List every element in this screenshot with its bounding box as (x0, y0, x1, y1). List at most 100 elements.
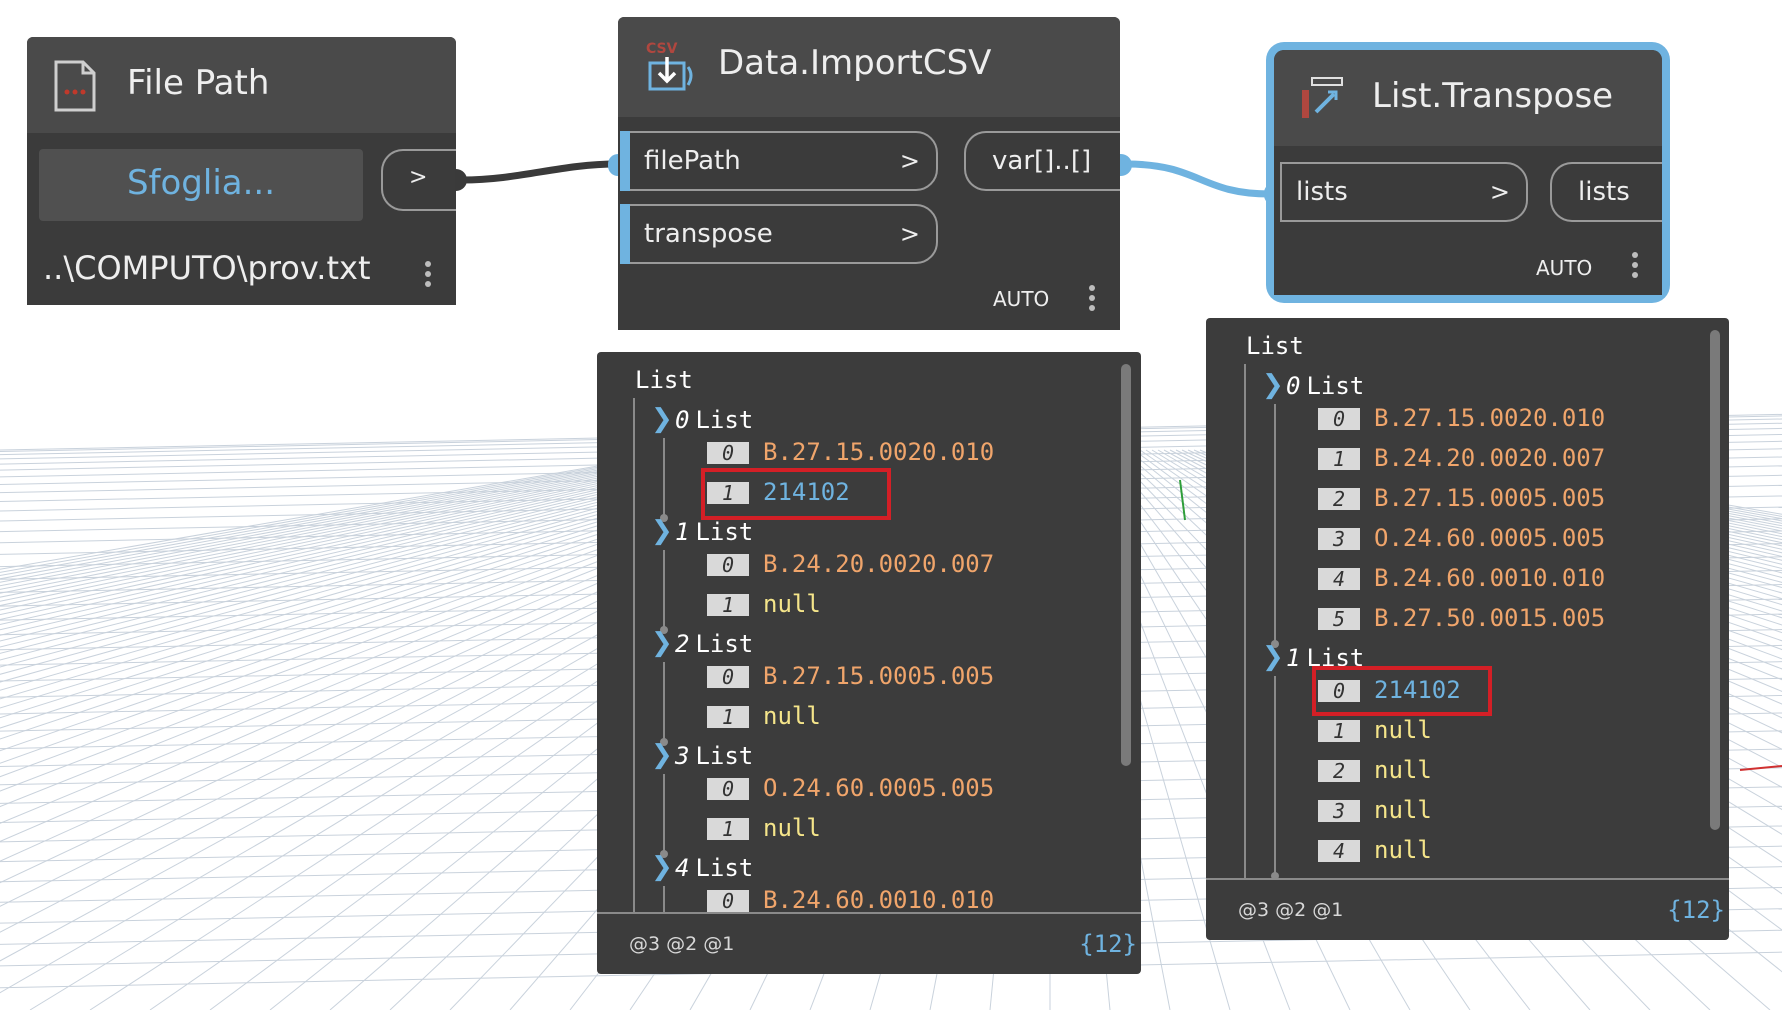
expand-chevron-icon[interactable]: ❯ (1262, 370, 1284, 400)
expand-chevron-icon[interactable]: ❯ (651, 628, 673, 658)
node-title: List.Transpose (1372, 76, 1614, 116)
lacing-label[interactable]: AUTO (1536, 256, 1592, 280)
tree-line (1244, 364, 1246, 879)
browse-button[interactable]: Sfoglia... (39, 149, 363, 221)
node-header[interactable]: File Path (27, 37, 456, 133)
input-port-chevron: > (1489, 178, 1510, 206)
output-port[interactable]: var[]..[] (964, 131, 1120, 191)
highlight-box (1312, 666, 1492, 716)
import-csv-preview[interactable]: List ❯ 0 List 0 B.27.15.0020.010 1 214102 ❯ 1 List… (597, 352, 1141, 974)
sublist-index: 2 (675, 630, 690, 658)
list-transpose-node[interactable]: List.Transpose lists > lists AUTO (1274, 50, 1662, 295)
item-index: 0 (707, 890, 749, 912)
item-index: 2 (1318, 488, 1360, 510)
preview-scrollbar[interactable] (1121, 364, 1131, 766)
item-value[interactable]: null (763, 590, 821, 620)
sublist-header[interactable]: 0 List (675, 406, 753, 436)
wire-import-to-transpose[interactable] (1125, 160, 1271, 198)
item-value[interactable]: B.24.60.0010.010 (1374, 564, 1605, 594)
expand-chevron-icon[interactable]: ❯ (651, 404, 673, 434)
item-value[interactable]: B.27.15.0005.005 (763, 662, 994, 692)
node-menu-icon[interactable] (425, 261, 431, 291)
item-value[interactable]: B.24.20.0020.007 (1374, 444, 1605, 474)
port-accent (620, 204, 630, 264)
item-index: 4 (1318, 568, 1360, 590)
output-port[interactable]: > (381, 149, 456, 211)
preview-footer: @3 @2 @1 {12} (597, 912, 1141, 974)
expand-chevron-icon[interactable]: ❯ (651, 852, 673, 882)
node-header[interactable]: List.Transpose (1274, 50, 1662, 146)
output-port-label: var[]..[] (992, 146, 1092, 176)
file-path-node[interactable]: File Path Sfoglia... > ..\COMPUTO\prov.t… (27, 37, 456, 305)
sublist-label: List (695, 742, 754, 770)
tree-line (633, 398, 635, 913)
list-levels[interactable]: @3 @2 @1 (1238, 899, 1343, 921)
csv-icon-text: CSV (646, 41, 678, 57)
sublist-index: 4 (675, 854, 690, 882)
item-index: 0 (707, 666, 749, 688)
item-value[interactable]: O.24.60.0005.005 (1374, 524, 1605, 554)
item-value[interactable]: null (763, 814, 821, 844)
browse-button-label: Sfoglia... (126, 163, 276, 203)
node-title: Data.ImportCSV (718, 43, 992, 83)
item-value[interactable]: B.24.60.0010.010 (763, 886, 994, 913)
node-header[interactable]: CSV Data.ImportCSV (618, 17, 1120, 117)
tree-line (1274, 676, 1276, 876)
output-port[interactable]: lists (1550, 162, 1662, 222)
item-value[interactable]: O.24.60.0005.005 (763, 774, 994, 804)
item-value[interactable]: B.24.20.0020.007 (763, 550, 994, 580)
output-port-label: lists (1578, 177, 1630, 207)
sublist-header[interactable]: 2 List (675, 630, 753, 660)
lacing-label[interactable]: AUTO (993, 287, 1049, 311)
sublist-label: List (695, 518, 754, 546)
item-value[interactable]: null (1374, 716, 1432, 746)
sublist-header[interactable]: 4 List (675, 854, 753, 884)
input-port-chevron: > (899, 220, 920, 248)
node-menu-icon[interactable] (1632, 252, 1638, 282)
item-index: 3 (1318, 528, 1360, 550)
sublist-index: 1 (1286, 644, 1301, 672)
expand-chevron-icon[interactable]: ❯ (1262, 642, 1284, 672)
preview-tree[interactable]: List ❯ 0 List 0 B.27.15.0020.010 1 214102 ❯ 1 List… (597, 352, 1141, 913)
item-value[interactable]: B.27.15.0005.005 (1374, 484, 1605, 514)
item-index: 0 (1318, 408, 1360, 430)
item-value[interactable]: B.27.50.0015.005 (1374, 604, 1605, 634)
file-path-value: ..\COMPUTO\prov.txt (43, 249, 371, 287)
preview-scrollbar[interactable] (1710, 330, 1720, 830)
item-index: 3 (1318, 800, 1360, 822)
tree-line (663, 662, 665, 742)
sublist-index: 0 (675, 406, 690, 434)
input-port-transpose[interactable]: transpose > (620, 204, 938, 264)
item-value[interactable]: null (763, 702, 821, 732)
item-value[interactable]: null (1374, 796, 1432, 826)
item-index: 2 (1318, 760, 1360, 782)
item-value[interactable]: B.27.15.0020.010 (763, 438, 994, 468)
transpose-preview[interactable]: List ❯ 0 List 0 B.27.15.0020.010 1 B.24.20.0020… (1206, 318, 1729, 940)
sublist-index: 1 (675, 518, 690, 546)
preview-root-label: List (635, 366, 693, 394)
sublist-header[interactable]: 0 List (1286, 372, 1364, 402)
sublist-header[interactable]: 1 List (675, 518, 753, 548)
wire-filepath-to-import[interactable] (461, 160, 618, 184)
item-value[interactable]: null (1374, 836, 1432, 866)
input-port-chevron: > (899, 147, 920, 175)
input-port-filepath[interactable]: filePath > (620, 131, 938, 191)
expand-chevron-icon[interactable]: ❯ (651, 516, 673, 546)
expand-chevron-icon[interactable]: ❯ (651, 740, 673, 770)
node-menu-icon[interactable] (1089, 285, 1095, 315)
sublist-header[interactable]: 3 List (675, 742, 753, 772)
list-levels[interactable]: @3 @2 @1 (629, 933, 734, 955)
item-index: 1 (1318, 720, 1360, 742)
input-port-label: lists (1296, 177, 1348, 207)
port-accent (620, 131, 630, 191)
sublist-label: List (1306, 372, 1365, 400)
highlight-box (701, 468, 891, 520)
preview-tree[interactable]: List ❯ 0 List 0 B.27.15.0020.010 1 B.24.20.0020… (1206, 318, 1729, 879)
sublist-label: List (695, 854, 754, 882)
item-value[interactable]: null (1374, 756, 1432, 786)
item-value[interactable]: B.27.15.0020.010 (1374, 404, 1605, 434)
node-title: File Path (127, 63, 270, 103)
input-port-lists[interactable]: lists > (1280, 162, 1528, 222)
output-port-chevron: > (409, 165, 428, 190)
import-csv-node[interactable]: CSV Data.ImportCSV filePath > transpose … (618, 17, 1120, 330)
